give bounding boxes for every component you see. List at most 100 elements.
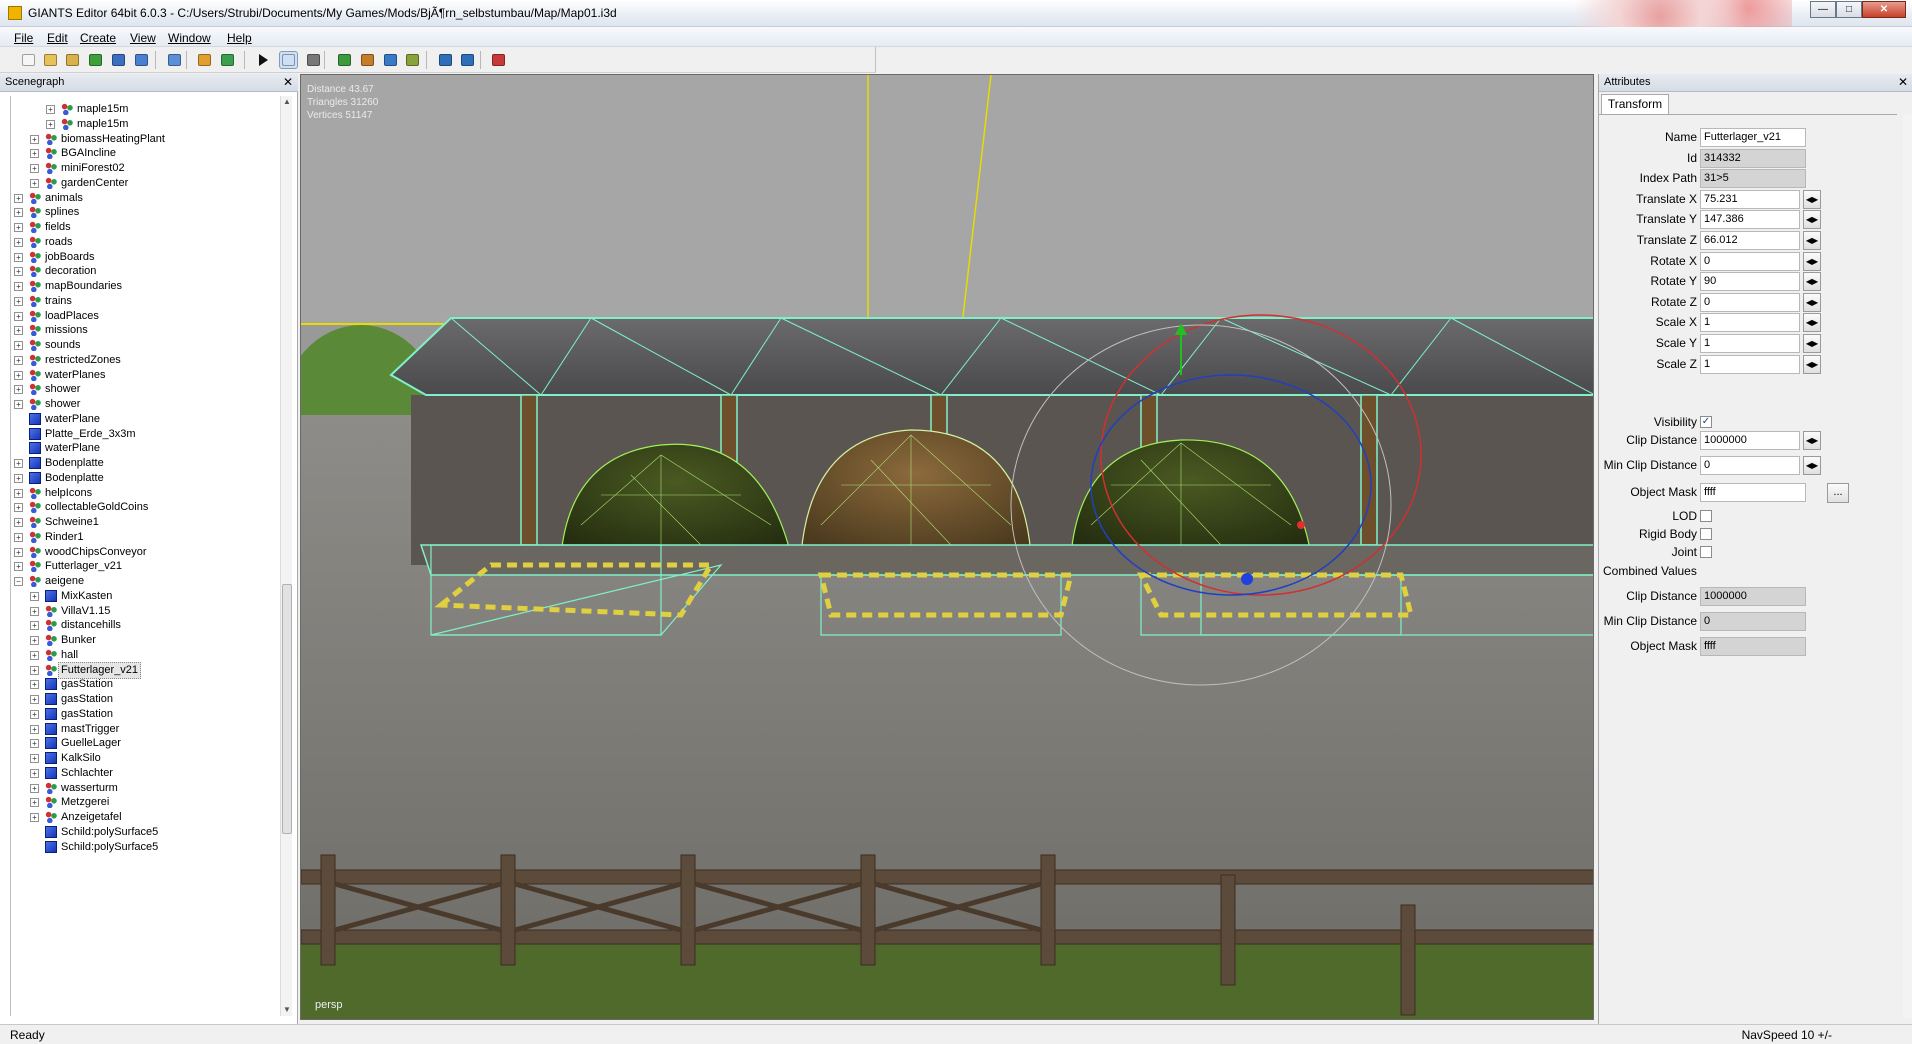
minimize-button[interactable]: —: [1810, 1, 1836, 18]
save-button[interactable]: [110, 52, 127, 68]
collapse-icon[interactable]: −: [14, 577, 23, 586]
expand-icon[interactable]: +: [14, 385, 23, 395]
close-window-button[interactable]: ✕: [1862, 1, 1906, 18]
expand-icon[interactable]: +: [30, 680, 39, 690]
name-field[interactable]: Futterlager_v21: [1700, 128, 1806, 147]
expand-icon[interactable]: +: [30, 621, 39, 631]
3d-viewport[interactable]: Distance 43.67 Triangles 31260 Vertices …: [300, 74, 1594, 1020]
tab-transform[interactable]: Transform: [1601, 94, 1669, 114]
maximize-button[interactable]: □: [1836, 1, 1862, 18]
expand-icon[interactable]: +: [14, 400, 23, 409]
translate-z-field[interactable]: 66.012: [1700, 231, 1800, 250]
screenshot-button[interactable]: [490, 52, 507, 68]
expand-icon[interactable]: +: [46, 119, 55, 129]
expand-icon[interactable]: +: [14, 282, 23, 291]
rotate-x-spinner[interactable]: ◀▶: [1803, 251, 1821, 271]
expand-icon[interactable]: +: [30, 739, 39, 749]
expand-icon[interactable]: +: [30, 709, 39, 719]
translate-x-spinner[interactable]: ◀▶: [1803, 189, 1821, 209]
placement-button[interactable]: [404, 52, 421, 68]
expand-icon[interactable]: +: [14, 473, 23, 483]
visibility-checkbox[interactable]: ✓: [1700, 416, 1712, 428]
expand-icon[interactable]: +: [30, 798, 39, 808]
redo-button[interactable]: [219, 52, 236, 68]
expand-icon[interactable]: +: [14, 547, 23, 557]
expand-icon[interactable]: +: [14, 311, 23, 321]
expand-icon[interactable]: +: [14, 532, 23, 542]
new-file-button[interactable]: [20, 52, 37, 68]
scenegraph-scrollbar[interactable]: ▲ ▼: [280, 96, 292, 1016]
rotate-y-field[interactable]: 90: [1700, 272, 1800, 292]
rotate-x-field[interactable]: 0: [1700, 251, 1800, 271]
scale-y-field[interactable]: 1: [1700, 334, 1800, 353]
clip-distance-field[interactable]: 1000000: [1700, 431, 1800, 450]
attributes-close-button[interactable]: ✕: [1898, 74, 1908, 91]
expand-icon[interactable]: +: [30, 606, 39, 616]
expand-icon[interactable]: +: [14, 355, 23, 365]
clip-distance-spinner[interactable]: ◀▶: [1803, 431, 1821, 450]
object-mask-field[interactable]: ffff: [1700, 483, 1806, 502]
object-mask-browse-button[interactable]: ...: [1827, 483, 1849, 503]
translate-y-field[interactable]: 147.386: [1700, 210, 1800, 230]
expand-icon[interactable]: +: [14, 459, 23, 468]
expand-icon[interactable]: +: [14, 237, 23, 247]
expand-icon[interactable]: +: [14, 208, 23, 218]
foliage-button[interactable]: [382, 52, 399, 68]
expand-icon[interactable]: +: [14, 193, 23, 203]
menu-help[interactable]: Help: [227, 31, 252, 45]
open-folder-button[interactable]: [42, 52, 59, 68]
terrain-sculpt-button[interactable]: [359, 52, 376, 68]
expand-icon[interactable]: +: [30, 813, 39, 822]
transform-local-button[interactable]: [459, 52, 476, 68]
expand-icon[interactable]: +: [30, 164, 39, 173]
expand-icon[interactable]: +: [14, 252, 23, 262]
expand-icon[interactable]: +: [30, 650, 39, 660]
rotate-z-field[interactable]: 0: [1700, 292, 1800, 312]
translate-x-field[interactable]: 75.231: [1700, 189, 1800, 209]
min-clip-distance-spinner[interactable]: ◀▶: [1803, 456, 1821, 475]
expand-icon[interactable]: +: [46, 105, 55, 114]
save-as-button[interactable]: [133, 52, 150, 68]
play-button[interactable]: [254, 52, 271, 68]
expand-icon[interactable]: +: [30, 768, 39, 778]
expand-icon[interactable]: +: [30, 591, 39, 601]
lod-checkbox[interactable]: [1700, 510, 1712, 522]
translate-z-spinner[interactable]: ◀▶: [1803, 231, 1821, 250]
expand-icon[interactable]: +: [14, 503, 23, 513]
menu-create[interactable]: Create: [80, 31, 116, 45]
scenegraph-close-button[interactable]: ✕: [283, 74, 293, 91]
attributes-scrollbar[interactable]: [1903, 114, 1912, 1018]
scale-x-spinner[interactable]: ◀▶: [1803, 313, 1821, 333]
select-mode-button[interactable]: [279, 51, 298, 69]
edit-file-button[interactable]: [64, 52, 81, 68]
menu-file[interactable]: File: [14, 31, 33, 45]
expand-icon[interactable]: +: [14, 370, 23, 380]
scroll-down-icon[interactable]: ▼: [281, 1004, 293, 1016]
expand-icon[interactable]: +: [14, 267, 23, 277]
expand-icon[interactable]: +: [14, 326, 23, 336]
expand-icon[interactable]: +: [30, 695, 39, 704]
menu-window[interactable]: Window: [168, 31, 211, 45]
scale-z-spinner[interactable]: ◀▶: [1803, 354, 1821, 374]
expand-icon[interactable]: +: [30, 724, 39, 734]
scroll-up-icon[interactable]: ▲: [281, 96, 293, 108]
min-clip-distance-field[interactable]: 0: [1700, 456, 1800, 475]
undo-button[interactable]: [196, 52, 213, 68]
expand-icon[interactable]: +: [30, 754, 39, 763]
expand-icon[interactable]: +: [30, 636, 39, 645]
tree-node[interactable]: Schild:polySurface5: [11, 838, 278, 856]
scale-z-field[interactable]: 1: [1700, 354, 1800, 374]
expand-icon[interactable]: +: [30, 134, 39, 144]
refresh-button[interactable]: [87, 52, 104, 68]
expand-icon[interactable]: +: [14, 341, 23, 350]
transform-global-button[interactable]: [437, 52, 454, 68]
rigid-body-checkbox[interactable]: [1700, 528, 1712, 540]
expand-icon[interactable]: +: [14, 223, 23, 232]
terrain-paint-button[interactable]: [336, 52, 353, 68]
export-button[interactable]: [166, 52, 183, 68]
translate-y-spinner[interactable]: ◀▶: [1803, 210, 1821, 230]
joint-checkbox[interactable]: [1700, 546, 1712, 558]
scenegraph-tree[interactable]: + maple15m + maple15m + biomassHeatingPlant + B…: [10, 96, 278, 1016]
expand-icon[interactable]: +: [30, 665, 39, 675]
scale-x-field[interactable]: 1: [1700, 313, 1800, 333]
